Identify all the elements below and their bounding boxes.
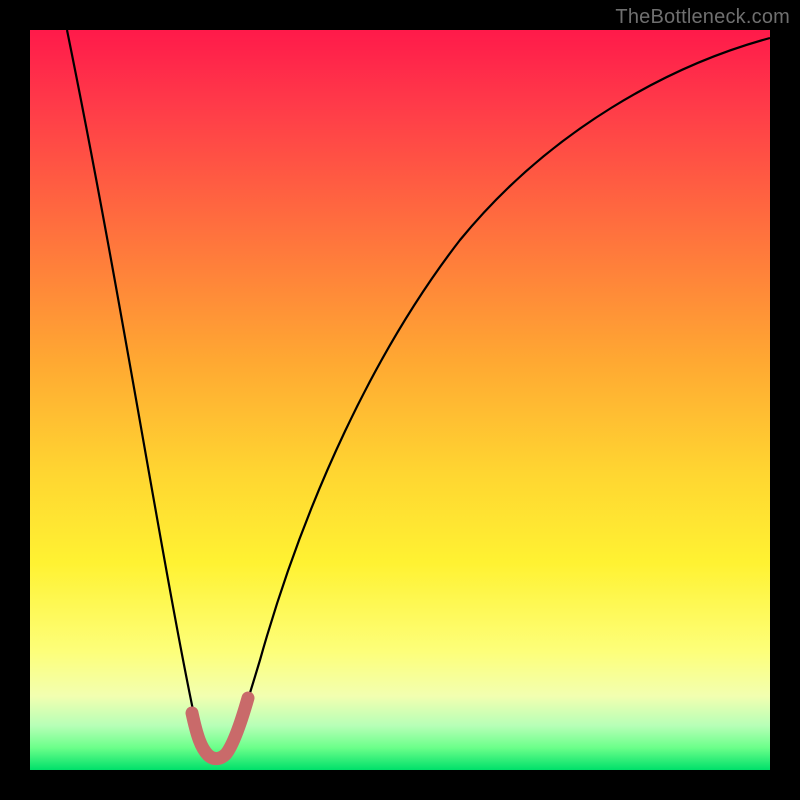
outer-frame: TheBottleneck.com xyxy=(0,0,800,800)
bottleneck-curve xyxy=(67,30,770,759)
optimal-range-highlight xyxy=(192,698,248,759)
plot-area xyxy=(30,30,770,770)
watermark-text: TheBottleneck.com xyxy=(615,6,790,29)
bottleneck-curve-svg xyxy=(30,30,770,770)
